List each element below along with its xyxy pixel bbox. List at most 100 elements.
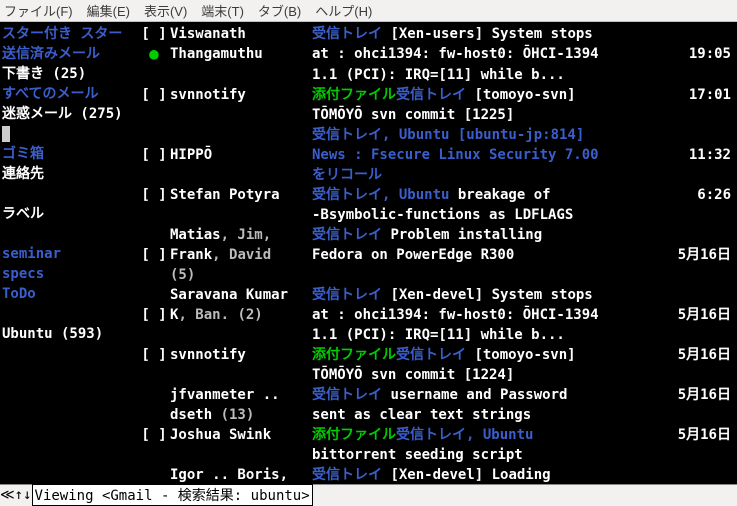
mail-sender: Frank, David xyxy=(170,245,312,265)
mail-row[interactable]: [ ]Viswanath受信トレイ [Xen-users] System sto… xyxy=(138,24,737,44)
mail-row[interactable]: TŌMŌYŌ svn commit [1224] xyxy=(138,365,737,385)
mail-date: 5月16日 xyxy=(675,345,737,365)
mail-subject: 受信トレイ username and Password xyxy=(312,385,675,405)
menu-file[interactable]: ファイル(F) xyxy=(4,1,73,20)
mail-subject: 受信トレイ, Ubuntu [ubuntu-jp:814] xyxy=(312,125,675,145)
mail-subject: 1.1 (PCI): IRQ=[11] while b... xyxy=(312,325,675,345)
mail-subject: 添付ファイル受信トレイ, Ubuntu xyxy=(312,425,675,445)
mail-sender: Thangamuthu xyxy=(170,44,312,64)
mail-row[interactable]: Saravana Kumar受信トレイ [Xen-devel] System s… xyxy=(138,285,737,305)
mail-sender: Joshua Swink xyxy=(170,425,312,445)
mail-row[interactable]: [ ]Stefan Potyra受信トレイ, Ubuntu breakage o… xyxy=(138,185,737,205)
sidebar-starred[interactable]: スター付き スター xyxy=(2,24,134,44)
mail-row[interactable]: 1.1 (PCI): IRQ=[11] while b... xyxy=(138,65,737,85)
mail-sender: dseth (13) xyxy=(170,405,312,425)
mail-date: 19:05 xyxy=(675,44,737,64)
status-arrows: ≪↑↓ xyxy=(0,487,32,503)
mail-row[interactable]: [ ]K, Ban. (2)at : ohci1394: fw-host0: Ō… xyxy=(138,305,737,325)
mail-checkbox[interactable]: [ ] xyxy=(138,145,170,165)
mail-sender: (5) xyxy=(170,265,312,285)
mail-row[interactable]: -Bsymbolic-functions as LDFLAGS xyxy=(138,205,737,225)
mail-row[interactable]: jfvanmeter ..受信トレイ username and Password… xyxy=(138,385,737,405)
mail-row[interactable]: Matias, Jim,受信トレイ Problem installing xyxy=(138,225,737,245)
mail-row[interactable]: Igor .. Boris,受信トレイ [Xen-devel] Loading xyxy=(138,465,737,484)
mail-sender: HIPPŌ xyxy=(170,145,312,165)
mail-subject: TŌMŌYŌ svn commit [1224] xyxy=(312,365,675,385)
mail-subject: 受信トレイ [Xen-devel] System stops xyxy=(312,285,675,305)
statusbar: ≪↑↓ Viewing <Gmail - 検索結果: ubuntu> xyxy=(0,484,737,504)
mail-subject: 受信トレイ, Ubuntu breakage of xyxy=(312,185,675,205)
mail-row[interactable]: ●Thangamuthuat : ohci1394: fw-host0: ŌHC… xyxy=(138,44,737,65)
mail-subject: Fedora on PowerEdge R300 xyxy=(312,245,675,265)
sidebar: スター付き スター 送信済みメール 下書き (25) すべてのメール 迷惑メール… xyxy=(0,22,138,484)
mail-subject: -Bsymbolic-functions as LDFLAGS xyxy=(312,205,675,225)
sidebar-allmail[interactable]: すべてのメール xyxy=(2,84,134,104)
sidebar-specs[interactable]: specs xyxy=(2,264,134,284)
menu-help[interactable]: ヘルプ(H) xyxy=(315,1,372,20)
mail-date: 5月16日 xyxy=(675,305,737,325)
sidebar-trash[interactable]: ゴミ箱 xyxy=(2,144,134,164)
mail-date: 11:32 xyxy=(675,145,737,165)
menubar: ファイル(F) 編集(E) 表示(V) 端末(T) タブ(B) ヘルプ(H) xyxy=(0,0,737,22)
mail-date: 17:01 xyxy=(675,85,737,105)
sidebar-sent[interactable]: 送信済みメール xyxy=(2,44,134,64)
cursor xyxy=(2,126,10,142)
menu-edit[interactable]: 編集(E) xyxy=(87,1,130,20)
mail-row[interactable]: をリコール xyxy=(138,165,737,185)
mail-row[interactable]: bittorrent seeding script xyxy=(138,445,737,465)
mail-sender: Viswanath xyxy=(170,24,312,44)
mail-row[interactable]: [ ]Frank, DavidFedora on PowerEdge R3005… xyxy=(138,245,737,265)
mail-subject: sent as clear text strings xyxy=(312,405,675,425)
mail-row[interactable]: [ ]svnnotify添付ファイル受信トレイ [tomoyo-svn]17:0… xyxy=(138,85,737,105)
mail-subject: 添付ファイル受信トレイ [tomoyo-svn] xyxy=(312,345,675,365)
menu-view[interactable]: 表示(V) xyxy=(144,1,187,20)
mail-list[interactable]: [ ]Viswanath受信トレイ [Xen-users] System sto… xyxy=(138,22,737,484)
unread-dot-icon: ● xyxy=(149,44,159,63)
mail-sender: Stefan Potyra xyxy=(170,185,312,205)
mail-checkbox[interactable]: [ ] xyxy=(138,345,170,365)
status-text: Viewing <Gmail - 検索結果: ubuntu> xyxy=(32,484,313,506)
mail-checkbox[interactable]: ● xyxy=(138,44,170,65)
mail-subject: News : Fsecure Linux Security 7.00 xyxy=(312,145,675,165)
sidebar-spam[interactable]: 迷惑メール (275) xyxy=(2,104,134,124)
mail-checkbox[interactable]: [ ] xyxy=(138,85,170,105)
mail-subject: をリコール xyxy=(312,165,675,185)
sidebar-labels[interactable]: ラベル xyxy=(2,204,134,224)
mail-subject: 1.1 (PCI): IRQ=[11] while b... xyxy=(312,65,675,85)
menu-terminal[interactable]: 端末(T) xyxy=(201,1,244,20)
mail-subject: 受信トレイ [Xen-devel] Loading xyxy=(312,465,675,484)
mail-sender: svnnotify xyxy=(170,85,312,105)
mail-row[interactable]: [ ]svnnotify添付ファイル受信トレイ [tomoyo-svn]5月16… xyxy=(138,345,737,365)
mail-subject: 受信トレイ [Xen-users] System stops xyxy=(312,24,675,44)
mail-row[interactable]: dseth (13)sent as clear text strings xyxy=(138,405,737,425)
mail-row[interactable]: (5) xyxy=(138,265,737,285)
mail-sender: Matias, Jim, xyxy=(170,225,312,245)
sidebar-seminar[interactable]: seminar xyxy=(2,244,134,264)
sidebar-contacts[interactable]: 連絡先 xyxy=(2,164,134,184)
mail-subject: TŌMŌYŌ svn commit [1225] xyxy=(312,105,675,125)
mail-checkbox[interactable]: [ ] xyxy=(138,425,170,445)
mail-subject: 添付ファイル受信トレイ [tomoyo-svn] xyxy=(312,85,675,105)
mail-checkbox[interactable]: [ ] xyxy=(138,245,170,265)
mail-row[interactable]: [ ]HIPPŌNews : Fsecure Linux Security 7.… xyxy=(138,145,737,165)
mail-row[interactable]: TŌMŌYŌ svn commit [1225] xyxy=(138,105,737,125)
mail-checkbox[interactable]: [ ] xyxy=(138,305,170,325)
mail-row[interactable]: 1.1 (PCI): IRQ=[11] while b... xyxy=(138,325,737,345)
mail-checkbox[interactable]: [ ] xyxy=(138,24,170,44)
mail-date: 5月16日 xyxy=(675,245,737,265)
mail-checkbox[interactable]: [ ] xyxy=(138,185,170,205)
menu-tabs[interactable]: タブ(B) xyxy=(258,1,301,20)
mail-date: 5月16日 xyxy=(675,385,737,405)
mail-row[interactable]: 受信トレイ, Ubuntu [ubuntu-jp:814] xyxy=(138,125,737,145)
mail-row[interactable]: [ ]Joshua Swink添付ファイル受信トレイ, Ubuntu5月16日 xyxy=(138,425,737,445)
sidebar-drafts[interactable]: 下書き (25) xyxy=(2,64,134,84)
sidebar-ubuntu[interactable]: Ubuntu (593) xyxy=(2,324,134,344)
terminal[interactable]: スター付き スター 送信済みメール 下書き (25) すべてのメール 迷惑メール… xyxy=(0,22,737,484)
mail-sender: Saravana Kumar xyxy=(170,285,312,305)
mail-subject: bittorrent seeding script xyxy=(312,445,675,465)
mail-subject: 受信トレイ Problem installing xyxy=(312,225,675,245)
mail-sender: K, Ban. (2) xyxy=(170,305,312,325)
sidebar-todo[interactable]: ToDo xyxy=(2,284,134,304)
mail-date: 5月16日 xyxy=(675,425,737,445)
mail-subject: at : ohci1394: fw-host0: ŌHCI-1394 xyxy=(312,305,675,325)
